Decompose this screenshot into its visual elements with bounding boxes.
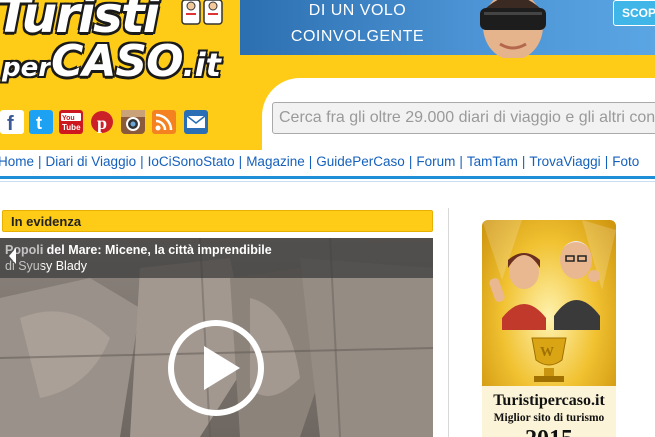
logo-text-per-caso: perCASO.it	[2, 36, 221, 87]
nav-separator: |	[38, 154, 42, 169]
svg-text:Tube: Tube	[62, 123, 81, 132]
play-icon[interactable]	[166, 318, 266, 418]
svg-text:W: W	[540, 345, 554, 360]
award-site-name: Turistipercaso.it	[493, 392, 605, 409]
nav-item-guidepercaso[interactable]: GuidePerCaso	[316, 154, 405, 169]
youtube-icon[interactable]: You Tube	[59, 110, 83, 134]
nav-item-trovaviaggi[interactable]: TrovaViaggi	[529, 154, 600, 169]
column-divider	[448, 208, 449, 437]
svg-text:t: t	[36, 113, 42, 133]
nav-item-home[interactable]: Home	[0, 154, 34, 169]
featured-title[interactable]: Popoli del Mare: Micene, la città impren…	[5, 243, 272, 257]
mascot-characters-icon	[181, 0, 223, 25]
nav-divider-light	[0, 181, 655, 182]
site-header: Turisti perCASO.it DI UN VOLO COINVOLGEN…	[0, 0, 655, 150]
nav-divider	[0, 176, 655, 179]
featured-caption: Popoli del Mare: Micene, la città impren…	[0, 238, 433, 278]
banner-text-line2: COINVOLGENTE	[290, 28, 425, 45]
svg-text:p: p	[97, 113, 107, 133]
nav-separator: |	[408, 154, 413, 169]
section-heading-in-evidenza: In evidenza	[2, 210, 433, 232]
top-ad-banner[interactable]: DI UN VOLO COINVOLGENTE	[240, 0, 655, 55]
nav-separator: |	[459, 154, 463, 169]
nav-item-foto[interactable]: Foto	[612, 154, 639, 169]
slider-prev-arrow-icon[interactable]	[0, 238, 42, 274]
svg-text:You: You	[62, 115, 75, 122]
rss-icon[interactable]	[152, 110, 176, 134]
award-banner[interactable]: W Turistipercaso.it Miglior sito di turi…	[482, 220, 616, 437]
banner-text-line1: DI UN VOLO	[308, 2, 407, 19]
award-subtitle: Miglior sito di turismo	[493, 412, 605, 424]
nav-item-tamtam[interactable]: TamTam	[467, 154, 518, 169]
logo-text-it: .it	[182, 46, 221, 84]
nav-items: Home | Diari di Viaggio | IoCiSonoStato | Maga…	[0, 154, 639, 169]
nav-item-magazine[interactable]: Magazine	[246, 154, 305, 169]
nav-separator: |	[308, 154, 313, 169]
banner-vr-person-image	[480, 0, 546, 58]
nav-separator: |	[604, 154, 609, 169]
pinterest-icon[interactable]: p	[90, 110, 114, 134]
award-year: 2015	[482, 426, 616, 437]
nav-item-forum[interactable]: Forum	[416, 154, 455, 169]
banner-cta-button[interactable]: SCOP	[613, 0, 655, 26]
email-icon[interactable]	[184, 110, 208, 134]
facebook-icon[interactable]: f	[0, 110, 24, 134]
main-navigation: Home | Diari di Viaggio | IoCiSonoStato | Maga…	[0, 150, 655, 176]
logo-text-caso: CASO	[51, 36, 183, 87]
nav-separator: |	[521, 154, 526, 169]
nav-separator: |	[238, 154, 243, 169]
nav-item-iocisonostato[interactable]: IoCiSonoStato	[148, 154, 235, 169]
instagram-icon[interactable]	[121, 110, 145, 134]
twitter-icon[interactable]: t	[29, 110, 53, 134]
search-input[interactable]	[272, 102, 655, 134]
svg-text:f: f	[7, 113, 14, 134]
logo-text-per: per	[2, 53, 52, 83]
nav-item-diari-di-viaggio[interactable]: Diari di Viaggio	[46, 154, 137, 169]
nav-separator: |	[140, 154, 144, 169]
